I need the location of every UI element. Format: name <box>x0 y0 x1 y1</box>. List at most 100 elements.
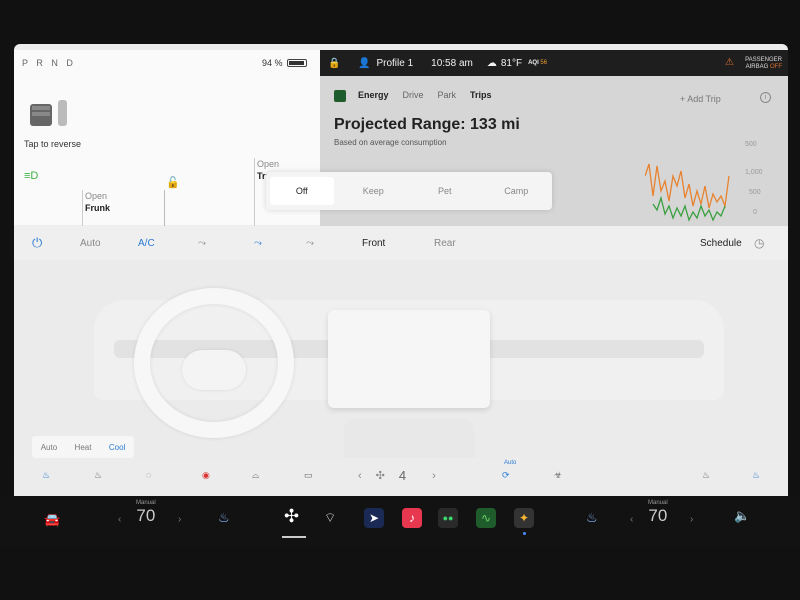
taskbar: 🚘 ‹ Manual 70 › ♨ ✣ ⌔ ➤ ♪ ●● ∿ ✦ ♨ ‹ Man… <box>0 496 800 546</box>
front-defrost-icon[interactable]: ⌓ <box>252 470 259 481</box>
tab-park[interactable]: Park <box>438 90 457 102</box>
fan-speed-control: ‹ ✣ 4 › <box>358 468 436 483</box>
rear-window-defrost-icon[interactable]: ▭ <box>304 470 313 481</box>
battery-percent: 94 % <box>262 58 283 68</box>
graph-tick-4: 0 <box>753 209 757 216</box>
unlock-icon[interactable]: 🔓 <box>166 176 180 189</box>
fan-icon: ✣ <box>375 470 385 482</box>
driver-temp-down-icon[interactable]: ‹ <box>118 514 121 525</box>
seat-mode-cool[interactable]: Cool <box>109 443 125 452</box>
consumption-graph: 500 1,000 500 0 <box>645 141 763 222</box>
graph-tick-1: 500 <box>745 141 757 148</box>
outside-temp: 81°F <box>500 57 523 69</box>
seat-mode-heat[interactable]: Heat <box>75 443 92 452</box>
rear-defrost-icon[interactable]: ◌ <box>146 470 151 480</box>
steering-heat-icon[interactable]: ◉ <box>202 470 210 481</box>
tab-drive[interactable]: Drive <box>403 90 424 102</box>
user-icon[interactable]: 👤 <box>358 58 370 69</box>
recirculate-auto-label: Auto <box>504 460 517 466</box>
bioweapon-defense-icon[interactable]: ☣ <box>554 470 562 481</box>
mode-pet[interactable]: Pet <box>413 177 477 205</box>
center-console <box>344 418 474 458</box>
weather-cloud-icon: ☁ <box>486 57 497 69</box>
driver-seat-heater-icon[interactable]: ♨ <box>218 510 230 526</box>
lock-status-icon[interactable]: 🔒 <box>328 58 340 69</box>
rear-zone-tab[interactable]: Rear <box>434 238 456 249</box>
recirculate-icon[interactable]: ⟳ <box>502 470 510 481</box>
screen: P R N D 94 % Tap to reverse ≡D Open Frun… <box>14 44 788 496</box>
mode-keep[interactable]: Keep <box>342 177 406 205</box>
passenger-seat-heater-icon[interactable]: ♨ <box>586 510 598 526</box>
profile-name[interactable]: Profile 1 <box>376 58 413 69</box>
battery-status: 94 % <box>262 58 307 68</box>
climate-active-indicator <box>282 536 306 538</box>
passenger-temp-down-icon[interactable]: ‹ <box>630 514 633 525</box>
music-app-icon[interactable]: ♪ <box>402 508 422 528</box>
passenger-temp-value: 70 <box>648 506 668 525</box>
gear-selector[interactable]: P R N D <box>22 58 76 68</box>
airflow-feet-icon[interactable]: ⤳ <box>254 238 262 249</box>
active-app-dot <box>523 532 526 535</box>
climate-keep-modes: Off Keep Pet Camp <box>266 172 552 210</box>
tap-to-reverse-label[interactable]: Tap to reverse <box>24 139 81 149</box>
climate-auto-button[interactable]: Auto <box>80 238 101 249</box>
add-trip-button[interactable]: + Add Trip <box>680 94 721 104</box>
mode-off[interactable]: Off <box>270 177 334 205</box>
steering-hub <box>182 350 246 390</box>
passenger-temp-control[interactable]: Manual 70 <box>648 500 668 526</box>
airbag-line2: AIRBAG <box>745 64 769 70</box>
passenger-temp-up-icon[interactable]: › <box>690 514 693 525</box>
open-frunk-button[interactable]: Open Frunk <box>82 190 110 230</box>
passenger-airbag-icon: ⚠ <box>725 57 734 68</box>
consumption-line-orange <box>645 163 730 209</box>
front-zone-tab[interactable]: Front <box>362 238 385 249</box>
climate-control-bar: ⏻ Auto A/C ⤳ ⤳ ⤳ Front Rear Schedule ◷ <box>14 226 788 260</box>
info-icon[interactable]: i <box>760 92 771 103</box>
volume-icon[interactable]: 🔈 <box>734 508 750 524</box>
car-icon[interactable]: 🚘 <box>44 512 60 528</box>
schedule-button[interactable]: Schedule <box>700 238 742 249</box>
headlights-icon[interactable]: ≡D <box>24 170 42 182</box>
graph-tick-2: 1,000 <box>745 169 763 176</box>
clock: 10:58 am <box>431 57 473 69</box>
tab-energy[interactable]: Energy <box>358 90 389 102</box>
fan-speed-value: 4 <box>398 468 407 483</box>
passenger-seat-heat-icon[interactable]: ♨ <box>702 470 710 481</box>
airflow-face-icon[interactable]: ⤳ <box>198 238 206 249</box>
mode-camp[interactable]: Camp <box>485 177 549 205</box>
fan-increase-icon[interactable]: › <box>432 470 436 482</box>
brake-pedal-icon[interactable] <box>26 98 72 128</box>
climate-fan-icon[interactable]: ✣ <box>284 506 299 527</box>
airflow-both-icon[interactable]: ⤳ <box>306 238 314 249</box>
energy-app-icon-taskbar[interactable]: ∿ <box>476 508 496 528</box>
frunk-open-label: Open <box>85 191 108 201</box>
driver-temp-up-icon[interactable]: › <box>178 514 181 525</box>
seat-mode-auto[interactable]: Auto <box>41 443 57 452</box>
frunk-label: Frunk <box>85 203 111 213</box>
driver-temp-control[interactable]: Manual 70 <box>136 500 156 526</box>
driver-seat-cool-icon[interactable]: ♨ <box>42 470 50 481</box>
ac-button[interactable]: A/C <box>138 238 155 249</box>
passenger-airbag-status: PASSENGER AIRBAG OFF <box>745 57 782 71</box>
clock-icon[interactable]: ◷ <box>754 236 764 250</box>
seat-mode-selector: Auto Heat Cool <box>32 436 134 458</box>
wiper-icon[interactable]: ⌔ <box>324 510 336 526</box>
apps-launcher-icon[interactable]: ●● <box>438 508 458 528</box>
airbag-line1: PASSENGER <box>745 57 782 63</box>
energy-app-icon <box>334 90 346 102</box>
consumption-line-green <box>652 195 726 222</box>
airbag-state: OFF <box>770 64 782 70</box>
fan-decrease-icon[interactable]: ‹ <box>358 470 362 482</box>
graph-tick-3: 500 <box>749 189 761 196</box>
power-icon[interactable]: ⏻ <box>32 235 42 251</box>
driver-seat-heat-icon[interactable]: ♨ <box>94 470 102 481</box>
energy-tabs: Energy Drive Park Trips <box>334 90 506 102</box>
passenger-seat-cool-icon[interactable]: ♨ <box>752 470 760 481</box>
navigation-app-icon[interactable]: ➤ <box>364 508 384 528</box>
toybox-app-icon[interactable]: ✦ <box>514 508 534 528</box>
aqi-value: 56 <box>540 60 548 66</box>
aqi-indicator: AQI 56 <box>528 60 547 66</box>
climate-bottom-row: ♨ ♨ ◌ ◉ ⌓ ▭ ‹ ✣ 4 › Auto ⟳ ☣ ♨ ♨ <box>14 458 788 496</box>
battery-fill <box>288 61 304 65</box>
tab-trips[interactable]: Trips <box>470 90 492 102</box>
